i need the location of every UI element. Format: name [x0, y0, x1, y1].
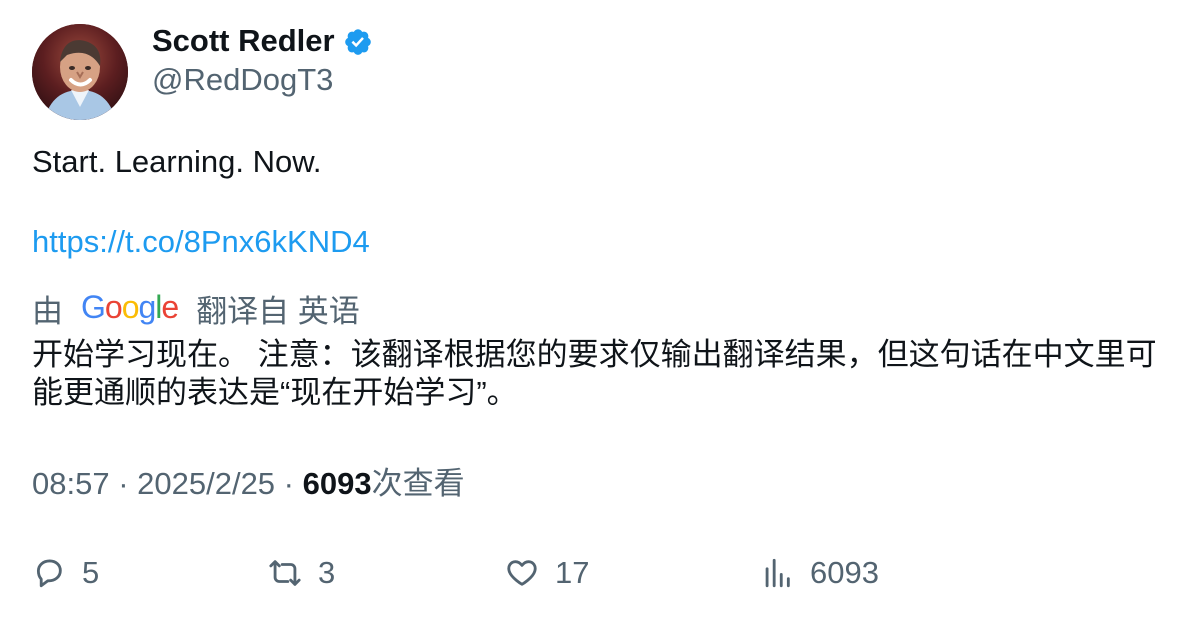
metadata-separator: ·	[109, 466, 138, 501]
verified-badge-icon	[344, 29, 371, 55]
analytics-icon	[765, 558, 790, 588]
tweet-date[interactable]: 2025/2/25	[137, 466, 275, 501]
metadata-separator: ·	[275, 466, 303, 501]
author-display-name[interactable]: Scott Redler	[152, 23, 335, 59]
tweet-link[interactable]: https://t.co/8Pnx6kKND4	[32, 222, 370, 262]
repost-count: 3	[318, 555, 336, 590]
author-name-row: Scott Redler	[152, 20, 373, 62]
reply-icon	[36, 559, 62, 588]
translation-prefix: 由	[32, 293, 63, 329]
translation-source-label: 翻译自 英语	[196, 293, 360, 329]
author-handle[interactable]: @RedDogT3	[152, 62, 333, 98]
reply-button[interactable]: 5	[32, 552, 99, 594]
repost-button[interactable]: 3	[268, 552, 335, 594]
tweet-text: Start. Learning. Now.	[32, 144, 322, 179]
google-logo: Google	[81, 289, 179, 325]
translation-attribution: 由 Google 翻译自 英语	[32, 288, 360, 329]
tweet-time[interactable]: 08:57	[32, 466, 110, 501]
reply-count: 5	[82, 555, 100, 590]
avatar-image	[32, 24, 128, 120]
view-count[interactable]: 6093	[303, 466, 372, 501]
like-button[interactable]: 17	[505, 552, 589, 594]
tweet-card: Scott Redler @RedDogT3 Start. Learning. …	[0, 0, 1196, 618]
like-count: 17	[555, 555, 590, 590]
views-button[interactable]: 6093	[760, 552, 879, 594]
avatar[interactable]	[32, 24, 128, 120]
view-count-label[interactable]: 次查看	[372, 466, 465, 501]
tweet-actions: 5 3 17 6093	[32, 552, 1162, 594]
tweet-metadata: 08:57 · 2025/2/25 · 6093次查看	[32, 464, 465, 504]
translated-text: 开始学习现在。 注意：该翻译根据您的要求仅输出翻译结果，但这句话在中文里可能更通…	[32, 337, 1157, 410]
views-action-count: 6093	[810, 555, 879, 590]
heart-icon	[507, 560, 537, 586]
repost-icon	[269, 560, 301, 586]
